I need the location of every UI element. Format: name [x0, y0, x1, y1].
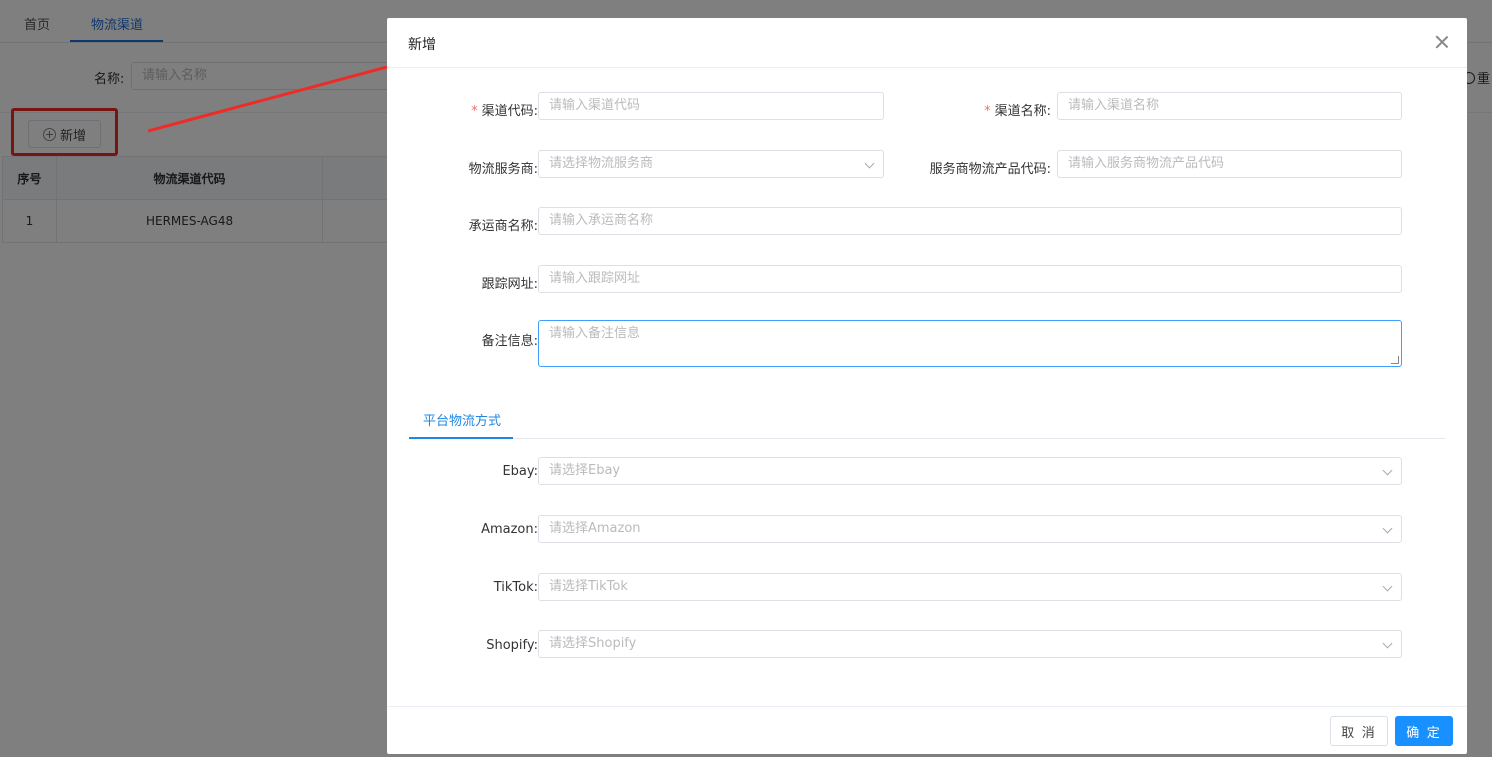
channel-name-label: * 渠道名称: — [984, 104, 1051, 119]
channel-name-input[interactable]: 请输入渠道名称 — [1057, 92, 1402, 120]
resize-grip-icon[interactable] — [1391, 356, 1399, 364]
remarks-label: 备注信息: — [481, 334, 538, 349]
provider-label: 物流服务商: — [468, 162, 538, 177]
close-icon[interactable] — [1435, 35, 1449, 49]
tracking-url-label: 跟踪网址: — [481, 277, 538, 292]
ebay-select[interactable]: 请选择Ebay — [538, 457, 1402, 485]
confirm-button[interactable]: 确 定 — [1395, 716, 1453, 746]
amazon-label: Amazon: — [481, 522, 538, 537]
chevron-down-icon — [1382, 638, 1393, 649]
tiktok-select-placeholder: 请选择TikTok — [549, 579, 628, 594]
amazon-select-placeholder: 请选择Amazon — [549, 521, 641, 536]
chevron-down-icon — [1382, 465, 1393, 476]
carrier-name-input[interactable]: 请输入承运商名称 — [538, 207, 1402, 235]
tiktok-label: TikTok: — [493, 580, 538, 595]
remarks-placeholder: 请输入备注信息 — [549, 326, 641, 341]
shopify-label: Shopify: — [486, 638, 538, 653]
shopify-select[interactable]: 请选择Shopify — [538, 630, 1402, 658]
chevron-down-icon — [1382, 581, 1393, 592]
tab-platform-logistics[interactable]: 平台物流方式 — [409, 410, 515, 440]
remarks-textarea[interactable]: 请输入备注信息 — [538, 320, 1402, 367]
shopify-select-placeholder: 请选择Shopify — [549, 636, 637, 651]
dialog-footer: 取 消 确 定 — [387, 706, 1467, 754]
carrier-name-label: 承运商名称: — [468, 219, 538, 234]
required-marker: * — [471, 104, 478, 119]
amazon-select[interactable]: 请选择Amazon — [538, 515, 1402, 543]
provider-select-placeholder: 请选择物流服务商 — [549, 156, 654, 171]
ebay-label: Ebay: — [502, 464, 538, 479]
add-channel-dialog: 新增 * 渠道代码: 请输入渠道代码 * 渠道名称: 请输入渠道名称 物流服务商: … — [387, 18, 1467, 754]
chevron-down-icon — [864, 158, 875, 169]
provider-product-code-input[interactable]: 请输入服务商物流产品代码 — [1057, 150, 1402, 178]
ebay-select-placeholder: 请选择Ebay — [549, 463, 621, 478]
cancel-button[interactable]: 取 消 — [1330, 716, 1388, 746]
provider-product-code-label: 服务商物流产品代码: — [929, 162, 1051, 177]
tracking-url-input[interactable]: 请输入跟踪网址 — [538, 265, 1402, 293]
dialog-header: 新增 — [387, 18, 1467, 68]
required-marker: * — [984, 104, 991, 119]
channel-code-input[interactable]: 请输入渠道代码 — [538, 92, 884, 120]
chevron-down-icon — [1382, 523, 1393, 534]
sub-tab-active-indicator — [409, 437, 513, 439]
tiktok-select[interactable]: 请选择TikTok — [538, 573, 1402, 601]
sub-tab-divider — [409, 438, 1445, 439]
channel-code-label: * 渠道代码: — [471, 104, 538, 119]
dialog-title: 新增 — [408, 37, 436, 53]
provider-select[interactable]: 请选择物流服务商 — [538, 150, 884, 178]
